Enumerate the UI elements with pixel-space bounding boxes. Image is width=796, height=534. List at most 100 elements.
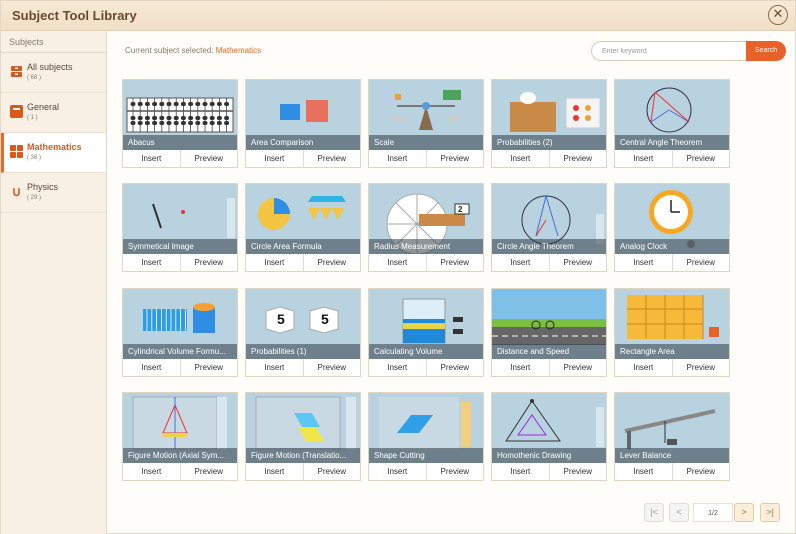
- current-subject-value: Mathematics: [215, 46, 262, 55]
- sidebar-item-count: ( 1 ): [27, 115, 38, 121]
- tool-actions: Insert Preview: [246, 254, 360, 271]
- tool-thumbnail[interactable]: Probabilities (2): [492, 80, 606, 150]
- preview-button[interactable]: Preview: [673, 150, 730, 167]
- tool-thumbnail[interactable]: Radius Measurement 2: [369, 184, 483, 254]
- insert-button[interactable]: Insert: [492, 254, 550, 271]
- preview-button[interactable]: Preview: [550, 463, 607, 480]
- insert-button[interactable]: Insert: [492, 359, 550, 376]
- tool-thumbnail[interactable]: Lever Balance: [615, 393, 729, 463]
- insert-button[interactable]: Insert: [123, 463, 181, 480]
- tool-title: Analog Clock: [615, 239, 729, 254]
- tool-thumbnail[interactable]: Rectangle Area: [615, 289, 729, 359]
- prev-page-icon: <: [676, 507, 682, 517]
- insert-button[interactable]: Insert: [123, 359, 181, 376]
- tool-library-dialog: Subject Tool Library ✕ Subjects All subj…: [0, 0, 796, 534]
- current-subject-prefix: Current subject selected:: [125, 46, 214, 55]
- insert-button[interactable]: Insert: [246, 254, 304, 271]
- tool-thumbnail[interactable]: Distance and Speed: [492, 289, 606, 359]
- preview-button[interactable]: Preview: [550, 150, 607, 167]
- insert-button[interactable]: Insert: [246, 463, 304, 480]
- preview-button[interactable]: Preview: [673, 359, 730, 376]
- tool-card: Distance and Speed Insert Preview: [491, 288, 607, 377]
- preview-button[interactable]: Preview: [304, 254, 361, 271]
- insert-button[interactable]: Insert: [492, 150, 550, 167]
- insert-button[interactable]: Insert: [492, 463, 550, 480]
- sidebar-item-general[interactable]: General ( 1 ): [1, 93, 106, 133]
- last-page-button[interactable]: >|: [760, 503, 780, 522]
- sidebar-item-label: General: [27, 102, 60, 112]
- insert-button[interactable]: Insert: [615, 463, 673, 480]
- prev-page-button[interactable]: <: [669, 503, 689, 522]
- insert-button[interactable]: Insert: [615, 150, 673, 167]
- tool-actions: Insert Preview: [492, 463, 606, 480]
- close-button[interactable]: ✕: [768, 5, 788, 25]
- tool-thumbnail[interactable]: Circle Angle Theorem: [492, 184, 606, 254]
- sidebar-item-label: Physics: [27, 182, 59, 192]
- tool-title: Figure Motion (Translatio...: [246, 448, 360, 463]
- preview-button[interactable]: Preview: [427, 359, 484, 376]
- tool-actions: Insert Preview: [492, 150, 606, 167]
- tool-title: Calculating Volume: [369, 344, 483, 359]
- insert-button[interactable]: Insert: [123, 254, 181, 271]
- tool-thumbnail[interactable]: Homothenic Drawing: [492, 393, 606, 463]
- preview-button[interactable]: Preview: [304, 150, 361, 167]
- tool-thumbnail[interactable]: Symmetical Image: [123, 184, 237, 254]
- tool-actions: Insert Preview: [246, 150, 360, 167]
- search-button[interactable]: Search: [746, 41, 786, 61]
- tool-thumbnail[interactable]: Abacus: [123, 80, 237, 150]
- insert-button[interactable]: Insert: [246, 359, 304, 376]
- tool-card: Scale Insert Preview: [368, 79, 484, 168]
- sidebar-item-mathematics[interactable]: Mathematics ( 38 ): [1, 133, 106, 173]
- preview-button[interactable]: Preview: [427, 254, 484, 271]
- grid-icon: [10, 145, 23, 158]
- insert-button[interactable]: Insert: [246, 150, 304, 167]
- tool-thumbnail[interactable]: Figure Motion (Axial Sym...: [123, 393, 237, 463]
- tool-card: Figure Motion (Translatio... Insert Prev…: [245, 392, 361, 481]
- preview-button[interactable]: Preview: [181, 150, 238, 167]
- tool-thumbnail[interactable]: Probabilities (1) 5 5: [246, 289, 360, 359]
- preview-button[interactable]: Preview: [673, 254, 730, 271]
- preview-button[interactable]: Preview: [181, 254, 238, 271]
- insert-button[interactable]: Insert: [615, 254, 673, 271]
- tool-thumbnail[interactable]: Calculating Volume: [369, 289, 483, 359]
- tool-title: Area Comparison: [246, 135, 360, 150]
- tool-actions: Insert Preview: [492, 359, 606, 376]
- search-input[interactable]: [591, 41, 747, 61]
- tool-title: Abacus: [123, 135, 237, 150]
- tool-actions: Insert Preview: [123, 463, 237, 480]
- tool-thumbnail[interactable]: Shape Cutting: [369, 393, 483, 463]
- tool-actions: Insert Preview: [246, 359, 360, 376]
- tool-thumbnail[interactable]: Scale: [369, 80, 483, 150]
- preview-button[interactable]: Preview: [427, 463, 484, 480]
- sidebar-item-physics[interactable]: ∪ Physics ( 29 ): [1, 173, 106, 213]
- preview-button[interactable]: Preview: [304, 359, 361, 376]
- tool-thumbnail[interactable]: Central Angle Theorem: [615, 80, 729, 150]
- tool-title: Symmetical Image: [123, 239, 237, 254]
- tool-card: Cylindrical Volume Formu... Insert Previ…: [122, 288, 238, 377]
- tool-title: Lever Balance: [615, 448, 729, 463]
- preview-button[interactable]: Preview: [181, 359, 238, 376]
- insert-button[interactable]: Insert: [369, 359, 427, 376]
- insert-button[interactable]: Insert: [369, 463, 427, 480]
- next-page-button[interactable]: >: [734, 503, 754, 522]
- tool-actions: Insert Preview: [123, 359, 237, 376]
- preview-button[interactable]: Preview: [304, 463, 361, 480]
- tool-actions: Insert Preview: [246, 463, 360, 480]
- first-page-button[interactable]: |<: [644, 503, 664, 522]
- sidebar-item-all-subjects[interactable]: All subjects ( 68 ): [1, 53, 106, 93]
- tool-thumbnail[interactable]: Analog Clock: [615, 184, 729, 254]
- preview-button[interactable]: Preview: [181, 463, 238, 480]
- tool-title: Probabilities (1): [246, 344, 360, 359]
- preview-button[interactable]: Preview: [550, 254, 607, 271]
- tool-thumbnail[interactable]: Figure Motion (Translatio...: [246, 393, 360, 463]
- tool-thumbnail[interactable]: Circle Area Formula: [246, 184, 360, 254]
- insert-button[interactable]: Insert: [369, 254, 427, 271]
- tool-thumbnail[interactable]: Cylindrical Volume Formu...: [123, 289, 237, 359]
- insert-button[interactable]: Insert: [615, 359, 673, 376]
- preview-button[interactable]: Preview: [550, 359, 607, 376]
- preview-button[interactable]: Preview: [673, 463, 730, 480]
- tool-thumbnail[interactable]: Area Comparison: [246, 80, 360, 150]
- insert-button[interactable]: Insert: [123, 150, 181, 167]
- preview-button[interactable]: Preview: [427, 150, 484, 167]
- insert-button[interactable]: Insert: [369, 150, 427, 167]
